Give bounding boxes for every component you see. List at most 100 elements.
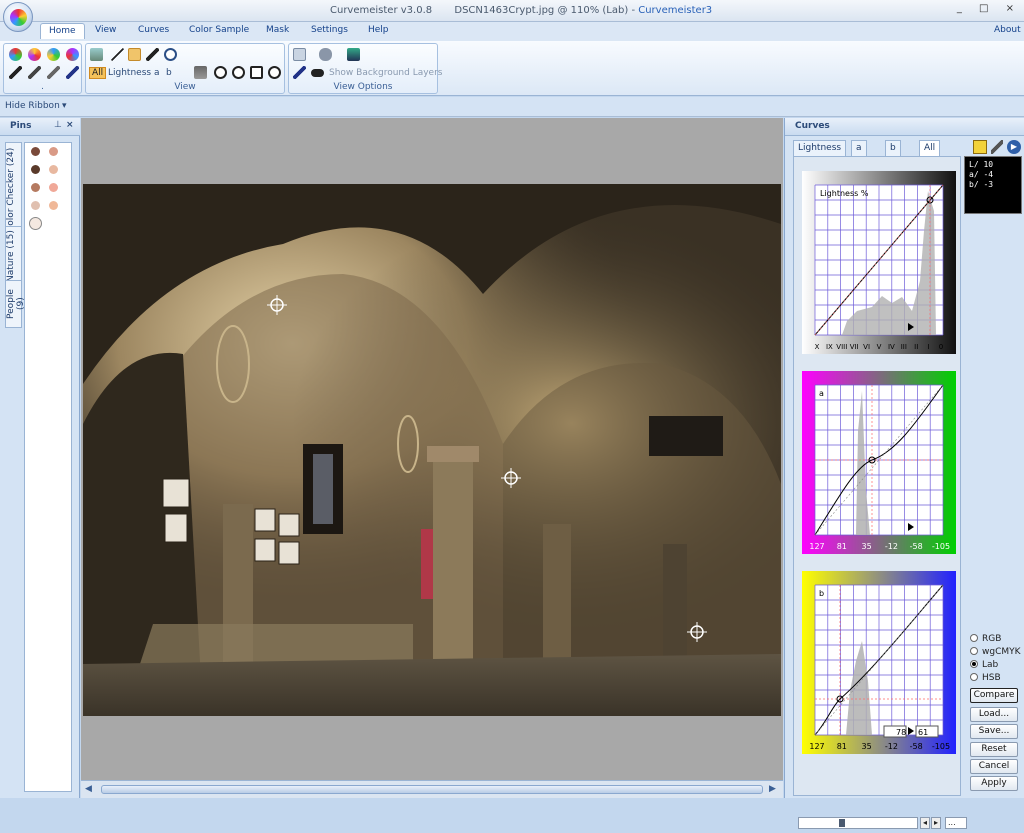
pin-swatch[interactable]	[31, 165, 40, 174]
mode-wgcmyk-label: wgCMYK	[982, 647, 1021, 657]
pin-swatch-selected[interactable]	[29, 217, 42, 230]
pin-icon[interactable]	[293, 66, 306, 79]
folder-icon[interactable]	[973, 140, 987, 154]
radio-icon[interactable]	[970, 647, 978, 655]
apply-button[interactable]: Apply	[970, 776, 1018, 791]
window-controls[interactable]: _ □ ×	[957, 3, 1014, 14]
chevron-down-icon[interactable]: ▾	[62, 101, 67, 111]
app-logo-icon	[10, 9, 27, 26]
b-output-value[interactable]: 61	[918, 728, 928, 737]
a-label: a	[819, 389, 824, 398]
zoom-out-icon[interactable]	[232, 66, 245, 79]
pin-swatch[interactable]	[31, 201, 40, 210]
hide-ribbon-button[interactable]: Hide Ribbon	[5, 101, 60, 111]
radio-selected-icon[interactable]	[970, 660, 978, 668]
radio-icon[interactable]	[970, 673, 978, 681]
tab-color-sample[interactable]: Color Sample	[189, 25, 249, 35]
tick-label: X	[815, 343, 820, 351]
channel-a-button[interactable]: a	[154, 68, 160, 78]
color-wheel-icon[interactable]	[28, 48, 41, 61]
mode-rgb[interactable]: RGB	[970, 634, 1001, 644]
mode-hsb[interactable]: HSB	[970, 673, 1001, 683]
scroll-left-icon[interactable]: ◀	[85, 784, 92, 794]
tab-settings[interactable]: Settings	[311, 25, 348, 35]
eyedropper-icon[interactable]	[146, 48, 159, 61]
pin-swatch[interactable]	[31, 183, 40, 192]
channel-all-button[interactable]: All	[89, 67, 107, 79]
about-link[interactable]: About	[994, 25, 1021, 35]
curves-tab-b[interactable]: b	[885, 140, 901, 156]
curve-slider[interactable]	[798, 817, 918, 829]
show-background-layers-button[interactable]: Show Background Layers	[329, 68, 442, 78]
b-curve-box[interactable]: b 78 61 127 81 35 -12 -58 -105	[802, 571, 956, 754]
link-icon[interactable]	[194, 66, 207, 79]
zoom-in-icon[interactable]	[214, 66, 227, 79]
tab-curves[interactable]: Curves	[138, 25, 169, 35]
b-input-value[interactable]: 78	[896, 728, 906, 737]
reset-button[interactable]: Reset	[970, 742, 1018, 757]
tab-color-checker[interactable]: Color Checker (24)	[5, 142, 22, 238]
eyedropper-icon[interactable]	[47, 66, 60, 79]
tab-nature[interactable]: Nature (15)	[5, 226, 22, 286]
mask-icon[interactable]	[319, 48, 332, 61]
slider-left-icon[interactable]: ◂	[920, 817, 930, 829]
eyedropper-plus-icon[interactable]	[66, 66, 79, 79]
hand-icon[interactable]	[128, 48, 141, 61]
close-icon[interactable]: ×	[66, 120, 74, 130]
zoom-fit-icon[interactable]	[250, 66, 263, 79]
pin-swatch[interactable]	[49, 183, 58, 192]
tab-people[interactable]: People (9)	[5, 280, 26, 328]
pointer-icon[interactable]	[111, 48, 124, 61]
radio-icon[interactable]	[970, 634, 978, 642]
channel-b-button[interactable]: b	[166, 68, 172, 78]
load-button[interactable]: Load...	[970, 707, 1018, 722]
pin-swatch[interactable]	[31, 147, 40, 156]
eyedropper-icon[interactable]	[28, 66, 41, 79]
mode-lab[interactable]: Lab	[970, 660, 998, 670]
goggles-icon[interactable]	[311, 69, 324, 77]
scrollbar-thumb[interactable]	[101, 785, 763, 794]
pin-swatch[interactable]	[49, 165, 58, 174]
color-wheel-icon[interactable]	[47, 48, 60, 61]
mode-wgcmyk[interactable]: wgCMYK	[970, 647, 1021, 657]
tick-label: -105	[932, 742, 950, 751]
window-title: Curvemeister v3.0.8 DSCN1463Crypt.jpg @ …	[330, 5, 712, 16]
scroll-right-icon[interactable]: ▶	[769, 784, 776, 794]
layers-icon[interactable]	[293, 48, 306, 61]
color-readout: L/ 10 a/ -4 b/ -3	[964, 156, 1022, 214]
color-wheel-icon[interactable]	[9, 48, 22, 61]
tab-view[interactable]: View	[95, 25, 116, 35]
tick-label: V	[877, 343, 882, 351]
tab-mask[interactable]: Mask	[266, 25, 289, 35]
lightness-curve-box[interactable]: Lightness % X IX VIII VII VI V IV III II I 0	[802, 171, 956, 354]
image-canvas[interactable]	[81, 118, 783, 780]
image-icon[interactable]	[347, 48, 360, 61]
app-menu-button[interactable]	[3, 2, 33, 32]
tab-help[interactable]: Help	[368, 25, 389, 35]
a-curve-box[interactable]: a 127 81 35 -12 -58 -105	[802, 371, 956, 554]
slider-right-icon[interactable]: ▸	[931, 817, 941, 829]
wrench-icon[interactable]	[991, 140, 1003, 154]
play-icon[interactable]: ▶	[1007, 140, 1021, 154]
tab-home[interactable]: Home	[40, 23, 85, 39]
tick-label: 35	[862, 742, 872, 751]
curves-tab-all[interactable]: All	[919, 140, 941, 156]
slider-value-field[interactable]: ...	[945, 817, 967, 829]
zoom-icon[interactable]	[164, 48, 177, 61]
pin-swatch[interactable]	[49, 201, 58, 210]
curves-icon[interactable]	[90, 48, 103, 61]
horizontal-scrollbar[interactable]: ◀ ▶	[81, 780, 783, 798]
compare-button[interactable]: Compare	[970, 688, 1018, 703]
tick-label: -58	[910, 742, 923, 751]
cancel-button[interactable]: Cancel	[970, 759, 1018, 774]
eyedropper-icon[interactable]	[9, 66, 22, 79]
zoom-actual-icon[interactable]	[268, 66, 281, 79]
color-wheel-icon[interactable]	[66, 48, 79, 61]
tick-label: -58	[910, 542, 923, 551]
save-button[interactable]: Save...	[970, 724, 1018, 739]
curves-tab-a[interactable]: a	[851, 140, 867, 156]
channel-lightness-button[interactable]: Lightness	[108, 68, 151, 78]
pin-panel-icon[interactable]: ⊥	[54, 120, 62, 130]
pin-swatch[interactable]	[49, 147, 58, 156]
curves-tab-lightness[interactable]: Lightness	[793, 140, 847, 156]
